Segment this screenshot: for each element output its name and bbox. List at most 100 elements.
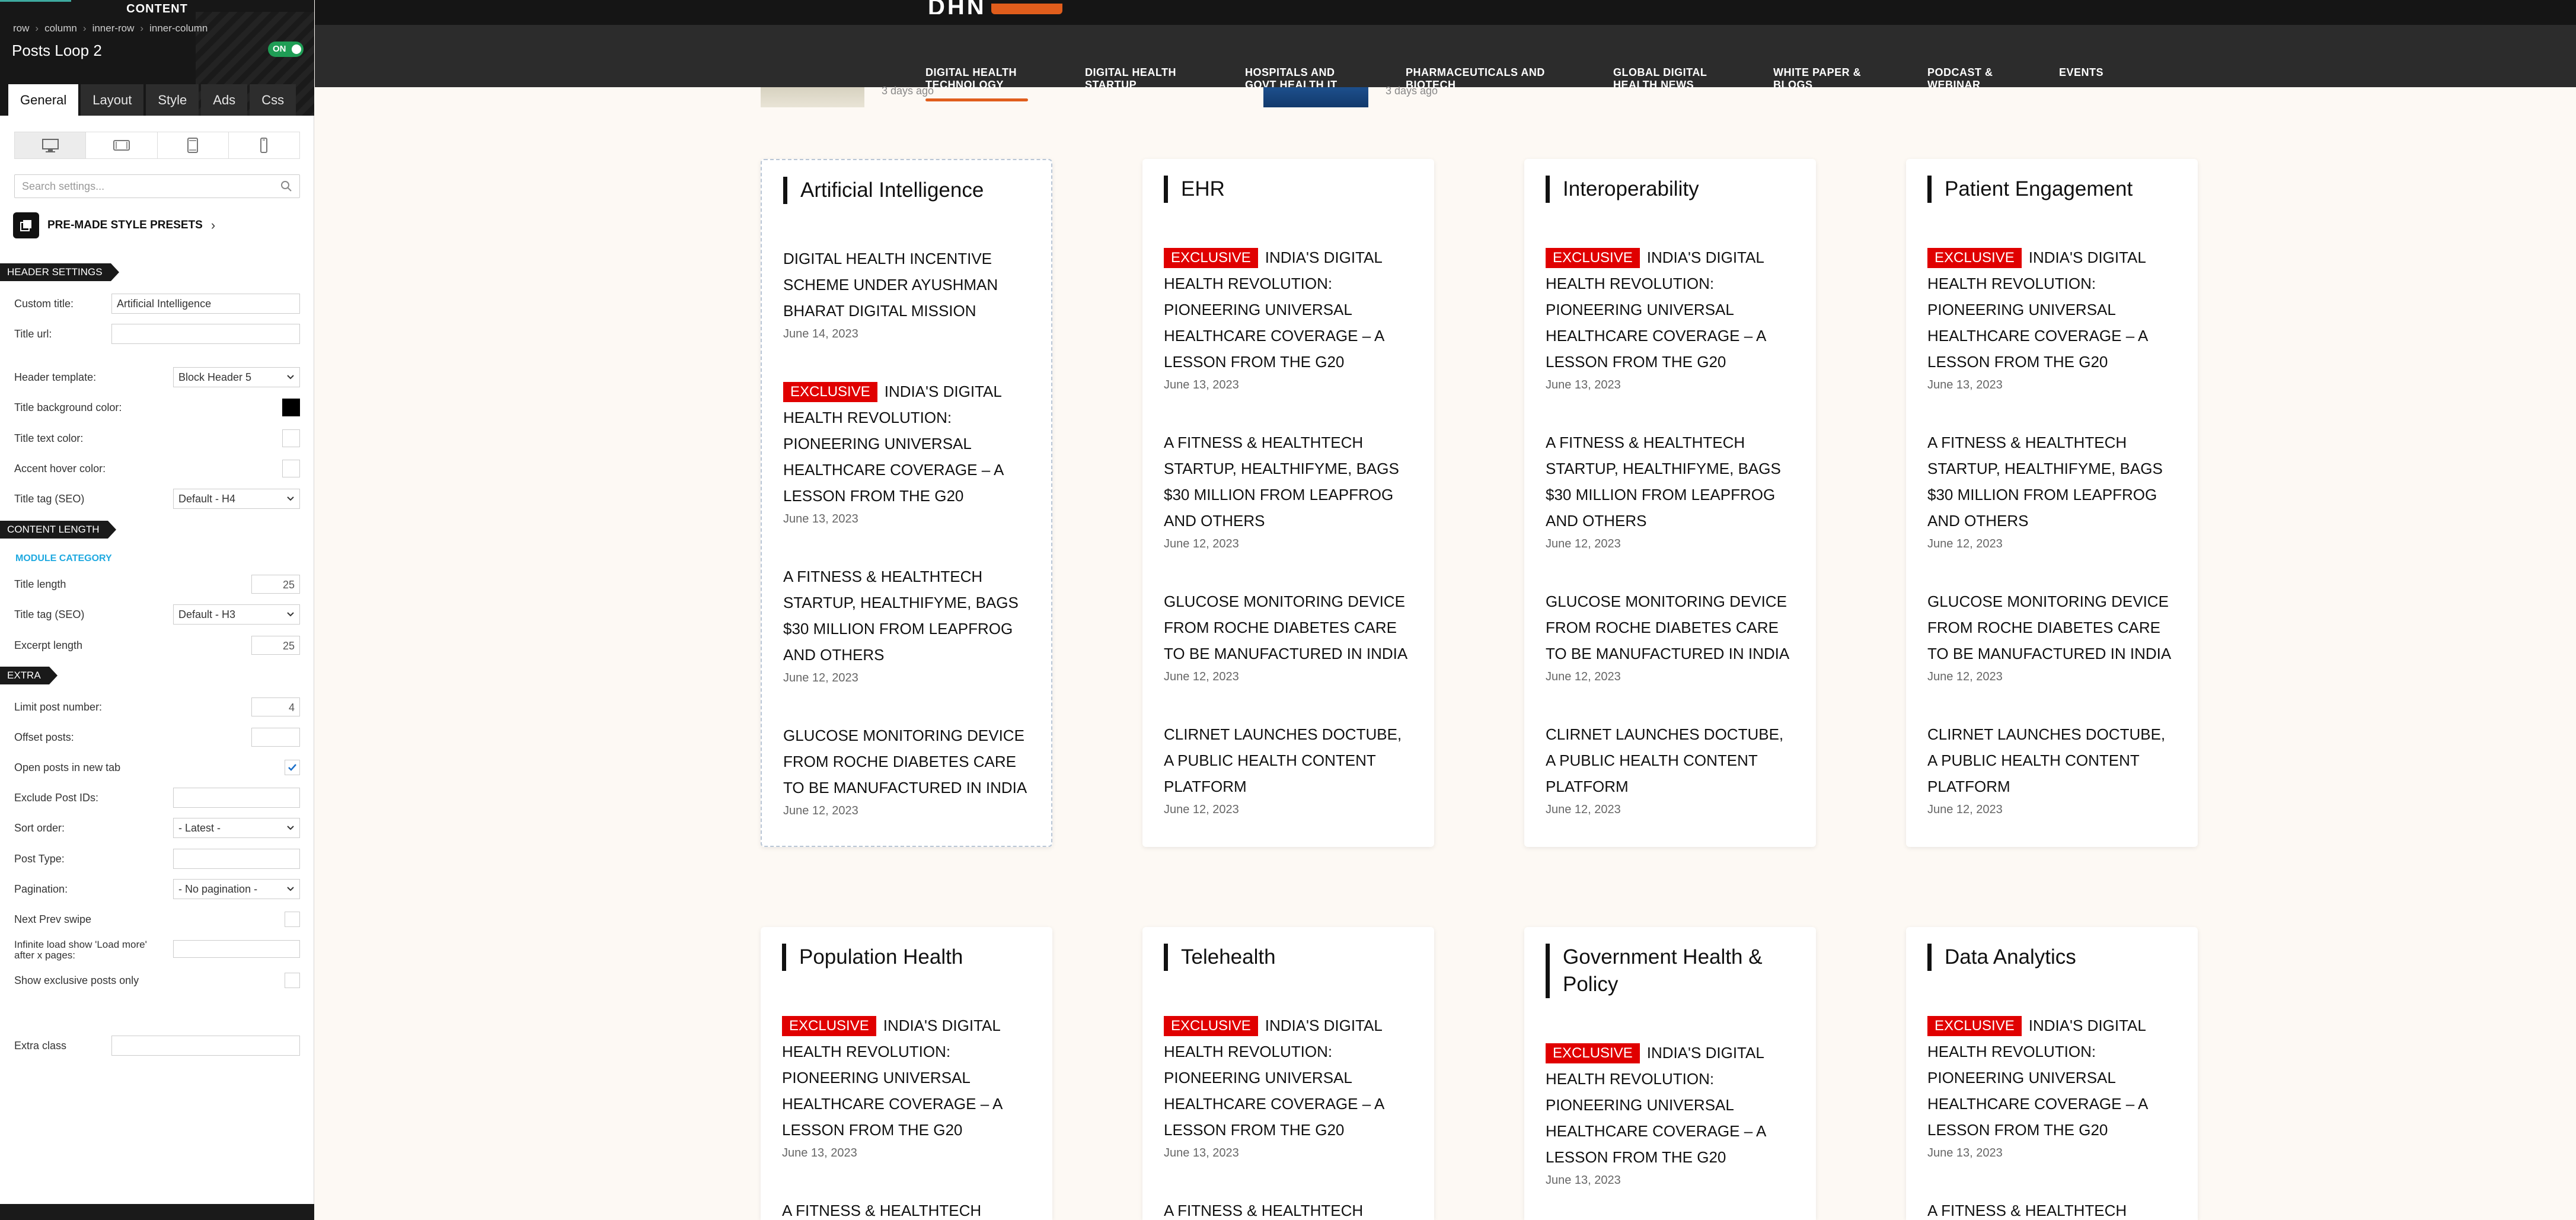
exclusive-only-checkbox[interactable] — [285, 973, 300, 988]
post-item[interactable]: EXCLUSIVE India's Digital Health Revoluti… — [1927, 244, 2176, 392]
post-item[interactable]: A Fitness & Healthtech Startup, Healthif… — [1927, 429, 2176, 551]
post-item[interactable]: EXCLUSIVE India's Digital Health Revoluti… — [1164, 1012, 1413, 1160]
nav-podcast-webinar[interactable]: PODCAST & WEBINAR — [1927, 66, 1993, 91]
posts-card-telehealth[interactable]: Telehealth EXCLUSIVE India's Digital Heal… — [1142, 927, 1434, 1220]
post-thumbnail[interactable] — [1263, 87, 1368, 107]
title-length-input[interactable]: 25 — [251, 575, 300, 594]
post-item[interactable]: Clirnet Launches DocTube, a Public Healt… — [1546, 721, 1795, 817]
post-title[interactable]: Clirnet Launches DocTube, a Public Healt… — [1927, 721, 2176, 799]
nav-global-digital-health-news[interactable]: GLOBAL DIGITAL HEALTH NEWS — [1613, 66, 1707, 91]
card-title[interactable]: Telehealth — [1164, 944, 1401, 971]
custom-title-input[interactable]: Artificial Intelligence — [111, 294, 300, 314]
card-title[interactable]: Artificial Intelligence — [783, 177, 1020, 204]
breadcrumb-row[interactable]: row — [13, 23, 29, 34]
breadcrumb-inner-column[interactable]: inner-column — [149, 23, 208, 34]
desktop-device-button[interactable] — [15, 132, 87, 158]
excerpt-length-input[interactable]: 25 — [251, 636, 300, 655]
post-title[interactable]: A Fitness & Healthtech Startup, Healthif… — [1164, 429, 1413, 534]
post-title[interactable]: A Fitness & Healthtech Startup, Healthif… — [1546, 429, 1795, 534]
posts-card-data-analytics[interactable]: Data Analytics EXCLUSIVE India's Digital … — [1906, 927, 2198, 1220]
next-prev-checkbox[interactable] — [285, 912, 300, 927]
nav-digital-health-startup[interactable]: DIGITAL HEALTH STARTUP — [1085, 66, 1176, 91]
post-item[interactable]: EXCLUSIVE India's Digital Health Revoluti… — [1546, 1040, 1795, 1187]
accent-hover-color-swatch[interactable] — [282, 460, 300, 477]
search-icon[interactable] — [280, 180, 292, 192]
post-type-input[interactable] — [173, 849, 300, 869]
title-url-input[interactable] — [111, 324, 300, 344]
sort-order-select[interactable]: - Latest - — [173, 818, 300, 838]
pagination-select[interactable]: - No pagination - — [173, 879, 300, 899]
post-item[interactable]: Digital Health Incentive Scheme under Ay… — [783, 246, 1032, 341]
tab-css[interactable]: Css — [250, 84, 296, 116]
exclude-ids-input[interactable] — [173, 788, 300, 808]
title-bg-color-swatch[interactable] — [282, 399, 300, 416]
tab-general[interactable]: General — [8, 84, 79, 116]
posts-card-patient-engagement[interactable]: Patient Engagement EXCLUSIVE India's Digi… — [1906, 159, 2198, 847]
post-item[interactable]: Glucose Monitoring Device from Roche Dia… — [1927, 588, 2176, 684]
post-item[interactable]: Clirnet Launches DocTube, a Public Healt… — [1164, 721, 1413, 817]
post-title[interactable]: Clirnet Launches DocTube, a Public Healt… — [1546, 721, 1795, 799]
card-title[interactable]: Patient Engagement — [1927, 176, 2165, 203]
nav-white-paper-blogs[interactable]: WHITE PAPER & BLOGS — [1773, 66, 1861, 91]
post-item[interactable]: Glucose Monitoring Device from Roche Dia… — [1546, 588, 1795, 684]
posts-card-ehr[interactable]: EHR EXCLUSIVE India's Digital Health Revo… — [1142, 159, 1434, 847]
header-template-select[interactable]: Block Header 5 — [173, 367, 300, 387]
post-item[interactable]: Clirnet Launches DocTube, a Public Healt… — [1927, 721, 2176, 817]
posts-card-interoperability[interactable]: Interoperability EXCLUSIVE India's Digita… — [1524, 159, 1816, 847]
tab-style[interactable]: Style — [146, 84, 199, 116]
posts-card-artificial-intelligence[interactable]: Artificial Intelligence Digital Health I… — [761, 159, 1052, 847]
card-title[interactable]: Government Health & Policy — [1546, 944, 1771, 998]
post-title[interactable]: Clirnet Launches DocTube, a Public Healt… — [1164, 721, 1413, 799]
post-title[interactable]: A Fitness & Healthtech Startup, Healthif… — [1927, 429, 2176, 534]
title-tag-select[interactable]: Default - H4 — [173, 489, 300, 509]
title-tag-2-select[interactable]: Default - H3 — [173, 604, 300, 625]
tablet-landscape-device-button[interactable] — [86, 132, 158, 158]
card-title[interactable]: EHR — [1164, 176, 1401, 203]
post-title[interactable]: Digital Health Incentive Scheme under Ay… — [783, 246, 1032, 324]
posts-card-government-health-policy[interactable]: Government Health & Policy EXCLUSIVE Indi… — [1524, 927, 1816, 1220]
post-title[interactable]: Glucose Monitoring Device from Roche Dia… — [783, 722, 1032, 801]
card-title[interactable]: Interoperability — [1546, 176, 1783, 203]
enable-toggle[interactable]: ON — [268, 42, 304, 57]
post-item[interactable]: EXCLUSIVE India's Digital Health Revoluti… — [1164, 244, 1413, 392]
tablet-portrait-device-button[interactable] — [158, 132, 229, 158]
post-item[interactable]: EXCLUSIVE India's Digital Health Revoluti… — [782, 1012, 1031, 1160]
title-text-color-swatch[interactable] — [282, 429, 300, 447]
post-item[interactable]: A Fitness & Healthtech Startup, Healthif… — [1164, 429, 1413, 551]
post-item[interactable]: EXCLUSIVE India's Digital Health Revoluti… — [1927, 1012, 2176, 1160]
post-title[interactable]: Glucose Monitoring Device from Roche Dia… — [1546, 588, 1795, 667]
tab-layout[interactable]: Layout — [81, 84, 144, 116]
posts-card-population-health[interactable]: Population Health EXCLUSIVE India's Digit… — [761, 927, 1052, 1220]
nav-events[interactable]: EVENTS — [2059, 66, 2103, 79]
open-new-tab-checkbox[interactable] — [285, 760, 300, 775]
post-title[interactable]: A Fitness & Healthtech — [1164, 1197, 1413, 1220]
settings-search-input[interactable] — [15, 175, 270, 198]
post-title[interactable]: Glucose Monitoring Device from Roche Dia… — [1927, 588, 2176, 667]
post-thumbnail[interactable] — [761, 87, 864, 107]
post-item[interactable]: Glucose Monitoring Device from Roche Dia… — [1164, 588, 1413, 684]
site-logo[interactable]: DHN — [928, 0, 1062, 14]
infinite-load-input[interactable] — [173, 940, 300, 958]
post-title[interactable]: A Fitness & Healthtech — [1927, 1197, 2176, 1220]
nav-digital-health-technology[interactable]: DIGITAL HEALTH TECHNOLOGY — [925, 66, 1028, 101]
card-title[interactable]: Data Analytics — [1927, 944, 2165, 971]
post-item[interactable]: Glucose Monitoring Device from Roche Dia… — [783, 722, 1032, 818]
card-title[interactable]: Population Health — [782, 944, 1019, 971]
extra-class-input[interactable] — [111, 1036, 300, 1056]
tab-ads[interactable]: Ads — [201, 84, 248, 116]
offset-input[interactable] — [251, 728, 300, 747]
post-item[interactable]: EXCLUSIVE India's Digital Health Revoluti… — [1546, 244, 1795, 392]
post-title[interactable]: A Fitness & Healthtech — [782, 1197, 1031, 1220]
post-title[interactable]: Glucose Monitoring Device from Roche Dia… — [1164, 588, 1413, 667]
post-item[interactable]: A Fitness & Healthtech — [1164, 1197, 1413, 1220]
post-item[interactable]: A Fitness & Healthtech — [1927, 1197, 2176, 1220]
phone-device-button[interactable] — [229, 132, 299, 158]
limit-input[interactable]: 4 — [251, 697, 300, 716]
post-item[interactable]: A Fitness & Healthtech — [782, 1197, 1031, 1220]
breadcrumb-inner-row[interactable]: inner-row — [92, 23, 135, 34]
post-item[interactable]: A Fitness & Healthtech Startup, Healthif… — [1546, 429, 1795, 551]
post-item[interactable]: A Fitness & Healthtech Startup, Healthif… — [783, 563, 1032, 685]
post-title[interactable]: A Fitness & Healthtech Startup, Healthif… — [783, 563, 1032, 668]
style-presets-link[interactable]: PRE-MADE STYLE PRESETS › — [13, 212, 215, 238]
breadcrumb-column[interactable]: column — [44, 23, 77, 34]
